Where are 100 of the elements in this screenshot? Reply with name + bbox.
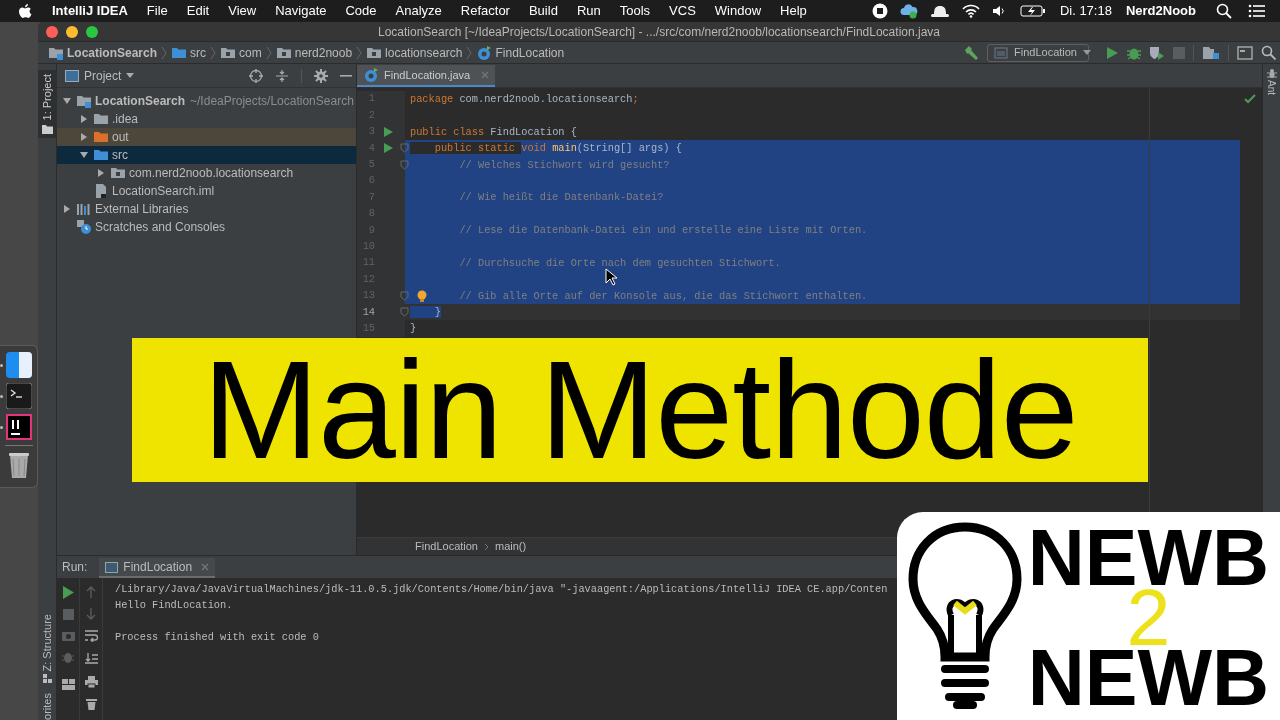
tree-item[interactable]: out [57, 128, 356, 146]
chevron-icon [355, 44, 364, 61]
menu-item[interactable]: Code [345, 1, 377, 21]
breadcrumb-item[interactable]: FindLocation [415, 538, 478, 555]
battery-icon[interactable] [1019, 4, 1046, 18]
check-icon[interactable] [1244, 94, 1256, 104]
list-icon[interactable] [1248, 4, 1266, 18]
code-line: } [409, 321, 418, 337]
hammer-icon[interactable] [963, 44, 979, 61]
user-menu[interactable]: Nerd2Noob [1125, 1, 1196, 21]
tree-item[interactable]: Scratches and Consoles [57, 218, 356, 236]
chevron-icon [484, 542, 489, 551]
code-line: package com.nerd2noob.locationsearch; [409, 92, 640, 107]
menu-item[interactable]: Analyze [395, 1, 442, 21]
tree-item[interactable]: .idea [57, 110, 356, 128]
caret-icon [126, 72, 135, 79]
menu-item[interactable]: Edit [186, 1, 210, 21]
menu-item[interactable]: Navigate [275, 1, 327, 21]
tool-window-tab[interactable]: Z: Structure [38, 613, 56, 684]
breadcrumb-item[interactable]: com [220, 43, 262, 62]
menu-item[interactable]: Help [780, 1, 807, 21]
breadcrumb-item[interactable]: nerd2noob [275, 43, 353, 62]
layout-icon[interactable] [61, 679, 75, 690]
chevron-icon [160, 44, 169, 61]
window-control-icon[interactable] [46, 25, 58, 38]
menu-item[interactable]: Run [576, 1, 601, 21]
app-icon[interactable] [6, 414, 32, 440]
run-icon[interactable] [62, 586, 74, 599]
bars-icon [76, 201, 92, 217]
folder-icon [76, 93, 92, 109]
console-line: Hello FindLocation. [115, 598, 234, 613]
tree-item[interactable]: External Libraries [57, 200, 356, 218]
search-icon[interactable] [1216, 3, 1232, 19]
trash-icon[interactable] [7, 451, 30, 479]
cloud-icon[interactable] [899, 3, 918, 19]
chevron-icon [264, 44, 273, 61]
run-tab[interactable]: FindLocation [99, 558, 216, 578]
breadcrumb-item[interactable]: locationsearch [366, 43, 463, 62]
breadcrumb-item[interactable]: main() [495, 538, 527, 555]
menu-item[interactable]: Tools [619, 1, 651, 21]
tree-item[interactable]: com.nerd2noob.locationsearch [57, 164, 356, 182]
window-control-icon[interactable] [66, 25, 78, 38]
tool-window-tab[interactable]: Ant [1264, 68, 1279, 95]
run-icon[interactable] [1105, 45, 1119, 60]
stop-icon[interactable] [871, 3, 888, 19]
menu-item[interactable]: Refactor [460, 1, 510, 21]
tree-item[interactable]: LocationSearch ~/IdeaProjects/LocationSearch [57, 92, 356, 110]
wifi-icon[interactable] [961, 4, 980, 18]
tree-item[interactable]: src [57, 146, 356, 164]
console-line: Process finished with exit code 0 [115, 630, 320, 645]
terminal-icon[interactable] [6, 383, 32, 409]
chevron-icon [465, 44, 474, 61]
breadcrumb-item[interactable]: LocationSearch [48, 43, 158, 62]
trash-icon[interactable] [85, 698, 97, 710]
console-line: /Library/Java/JavaVirtualMachines/jdk-11.0.5.jdk/Contents/Home/bin/java "-javaagent:/Applications/IntelliJ IDEA CE.app/Conten [115, 582, 889, 597]
window-control-icon[interactable] [86, 25, 98, 38]
settings-icon[interactable] [314, 68, 328, 83]
finder-icon[interactable] [6, 352, 32, 378]
caret-icon [1083, 49, 1091, 56]
folder-grid-icon[interactable] [1202, 45, 1220, 60]
title-banner: Main Methode [132, 338, 1148, 482]
menu-item[interactable]: File [146, 1, 168, 21]
breadcrumb-item[interactable]: FindLocation [476, 43, 565, 62]
menu-clock[interactable]: Di. 17:18 [1059, 1, 1112, 21]
menu-item[interactable]: VCS [669, 1, 696, 21]
collapse-icon[interactable] [275, 68, 289, 83]
ant-icon [1266, 68, 1277, 78]
run-icon[interactable] [384, 143, 393, 154]
mouse-pointer-icon [605, 268, 617, 286]
path-hint: ~/IdeaProjects/LocationSearch [190, 93, 354, 110]
menu-item[interactable]: View [228, 1, 257, 21]
tool-window-tab[interactable]: 1: Project [38, 70, 57, 139]
lightbulb-icon[interactable] [417, 289, 427, 303]
folder-icon [41, 124, 53, 135]
file-icon [93, 183, 109, 199]
shield-run-icon[interactable] [1149, 45, 1165, 60]
window-icon [105, 561, 119, 573]
run-config-dropdown[interactable]: FindLocation [987, 43, 1089, 62]
panel-label: Run: [62, 559, 88, 576]
menu-item[interactable]: Window [714, 1, 762, 21]
view-dropdown[interactable]: Project [65, 66, 135, 85]
logo-text: 2 [1126, 588, 1171, 648]
wrap-icon[interactable] [84, 630, 98, 642]
code-line: public class FindLocation { [409, 124, 578, 140]
editor-tab[interactable]: FindLocation.java [357, 65, 496, 87]
breadcrumb-item[interactable]: src [171, 43, 207, 62]
print-icon[interactable] [84, 676, 98, 688]
folder-icon [110, 165, 126, 181]
crosshair-icon[interactable] [249, 68, 263, 83]
tree-item[interactable]: LocationSearch.iml [57, 182, 356, 200]
terminal-window-icon[interactable] [1237, 45, 1253, 60]
line-number: 14 [361, 304, 375, 320]
hat-icon[interactable] [929, 4, 950, 18]
scroll-end-icon[interactable] [84, 652, 98, 664]
app-menu[interactable]: IntelliJ IDEA [52, 1, 128, 21]
run-icon[interactable] [384, 126, 393, 137]
structure-icon [42, 674, 52, 684]
window-icon [65, 69, 79, 82]
menu-item[interactable]: Build [528, 1, 558, 21]
tool-window-tab[interactable]: orites [38, 693, 56, 720]
